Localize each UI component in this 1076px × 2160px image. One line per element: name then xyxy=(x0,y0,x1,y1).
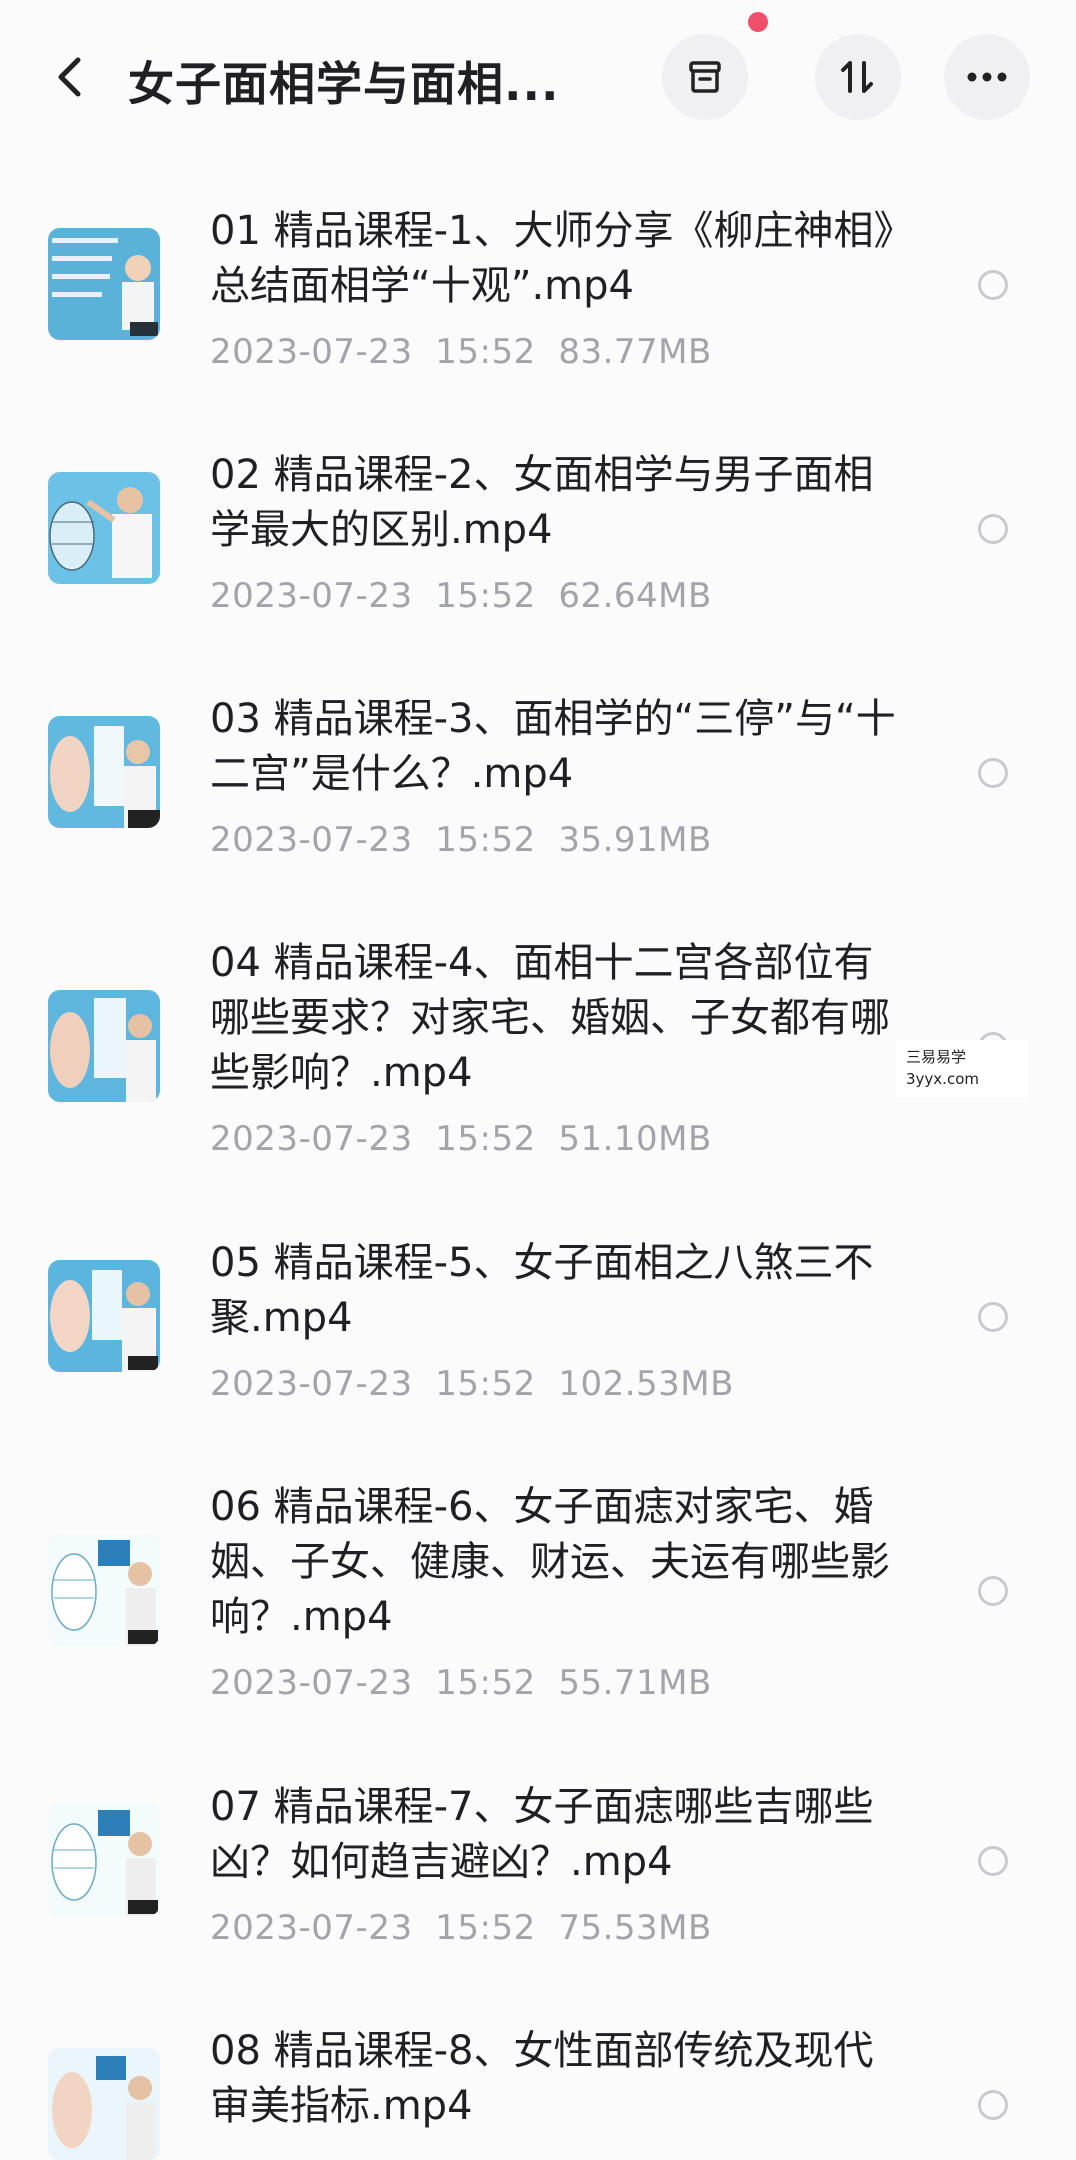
more-horizontal-icon xyxy=(967,72,1007,82)
chevron-left-icon xyxy=(58,57,81,97)
select-radio[interactable] xyxy=(978,514,1008,544)
file-date: 2023-07-23 xyxy=(210,1119,413,1159)
file-meta: 2023-07-23 15:52 75.53MB xyxy=(210,1908,910,1948)
file-name: 07 精品课程-7、女子面痣哪些吉哪些凶？如何趋吉避凶？.mp4 xyxy=(210,1784,874,1885)
file-size: 102.53MB xyxy=(558,1364,734,1404)
file-date: 2023-07-23 xyxy=(210,1663,413,1703)
file-name: 06 精品课程-6、女子面痣对家宅、婚姻、子女、健康、财运、夫运有哪些影响？.m… xyxy=(210,1484,890,1640)
select-radio[interactable] xyxy=(978,758,1008,788)
file-name: 02 精品课程-2、女面相学与男子面相学最大的区别.mp4 xyxy=(210,452,874,553)
file-name: 01 精品课程-1、大师分享《柳庄神相》总结面相学“十观”.mp4 xyxy=(210,208,894,309)
file-meta: 2023-07-23 15:52 55.71MB xyxy=(210,1663,910,1703)
select-radio[interactable] xyxy=(978,1576,1008,1606)
file-time: 15:52 xyxy=(435,1364,536,1404)
video-thumbnail xyxy=(48,990,160,1102)
file-time: 15:52 xyxy=(435,576,536,616)
file-name: 04 精品课程-4、面相十二宫各部位有哪些要求？对家宅、婚姻、子女都有哪些影响？… xyxy=(210,940,890,1096)
file-name: 08 精品课程-8、女性面部传统及现代审美指标.mp4 xyxy=(210,2028,874,2129)
file-date: 2023-07-23 xyxy=(210,1908,413,1948)
select-radio[interactable] xyxy=(978,1846,1008,1876)
watermark: 三易易学 3yyx.com xyxy=(896,1040,1028,1098)
sort-button[interactable] xyxy=(815,34,901,120)
file-info: 04 精品课程-4、面相十二宫各部位有哪些要求？对家宅、婚姻、子女都有哪些影响？… xyxy=(210,936,910,1159)
file-info: 07 精品课程-7、女子面痣哪些吉哪些凶？如何趋吉避凶？.mp4 2023-07… xyxy=(210,1780,910,1948)
file-meta: 2023-07-23 15:52 62.64MB xyxy=(210,576,910,616)
file-size: 35.91MB xyxy=(558,820,712,860)
file-name: 05 精品课程-5、女子面相之八煞三不聚.mp4 xyxy=(210,1240,874,1341)
file-meta: 2023-07-23 15:52 83.77MB xyxy=(210,332,910,372)
file-info: 06 精品课程-6、女子面痣对家宅、婚姻、子女、健康、财运、夫运有哪些影响？.m… xyxy=(210,1480,910,1703)
file-info: 01 精品课程-1、大师分享《柳庄神相》总结面相学“十观”.mp4 2023-0… xyxy=(210,204,910,372)
sort-arrows-icon xyxy=(841,61,873,93)
file-date: 2023-07-23 xyxy=(210,1364,413,1404)
file-info: 08 精品课程-8、女性面部传统及现代审美指标.mp4 xyxy=(210,2024,910,2134)
file-meta: 2023-07-23 15:52 35.91MB xyxy=(210,820,910,860)
page-title: 女子面相学与面相... xyxy=(128,57,560,111)
file-time: 15:52 xyxy=(435,820,536,860)
file-size: 51.10MB xyxy=(558,1119,712,1159)
file-time: 15:52 xyxy=(435,332,536,372)
select-radio[interactable] xyxy=(978,2090,1008,2120)
file-name: 03 精品课程-3、面相学的“三停”与“十二宫”是什么？.mp4 xyxy=(210,696,896,797)
video-thumbnail xyxy=(48,228,160,340)
file-date: 2023-07-23 xyxy=(210,576,413,616)
notification-dot xyxy=(748,12,768,32)
more-button[interactable] xyxy=(944,34,1030,120)
archive-box-icon xyxy=(689,61,721,93)
file-meta: 2023-07-23 15:52 51.10MB xyxy=(210,1119,910,1159)
video-thumbnail xyxy=(48,1534,160,1646)
file-time: 15:52 xyxy=(435,1119,536,1159)
video-thumbnail xyxy=(48,472,160,584)
select-radio[interactable] xyxy=(978,270,1008,300)
watermark-line1: 三易易学 xyxy=(906,1048,967,1066)
file-size: 83.77MB xyxy=(558,332,712,372)
file-meta: 2023-07-23 15:52 102.53MB xyxy=(210,1364,910,1404)
video-thumbnail xyxy=(48,716,160,828)
top-bar: 女子面相学与面相... xyxy=(0,0,1076,170)
file-time: 15:52 xyxy=(435,1663,536,1703)
select-radio[interactable] xyxy=(978,1302,1008,1332)
file-size: 55.71MB xyxy=(558,1663,712,1703)
watermark-line2: 3yyx.com xyxy=(906,1070,979,1088)
video-thumbnail xyxy=(48,1260,160,1372)
file-info: 02 精品课程-2、女面相学与男子面相学最大的区别.mp4 2023-07-23… xyxy=(210,448,910,616)
video-thumbnail xyxy=(48,2048,160,2160)
file-date: 2023-07-23 xyxy=(210,332,413,372)
file-time: 15:52 xyxy=(435,1908,536,1948)
video-thumbnail xyxy=(48,1804,160,1916)
file-date: 2023-07-23 xyxy=(210,820,413,860)
back-button[interactable] xyxy=(48,54,94,100)
file-size: 75.53MB xyxy=(558,1908,712,1948)
file-info: 05 精品课程-5、女子面相之八煞三不聚.mp4 2023-07-23 15:5… xyxy=(210,1236,910,1404)
file-info: 03 精品课程-3、面相学的“三停”与“十二宫”是什么？.mp4 2023-07… xyxy=(210,692,910,860)
archive-button[interactable] xyxy=(662,34,748,120)
file-size: 62.64MB xyxy=(558,576,712,616)
